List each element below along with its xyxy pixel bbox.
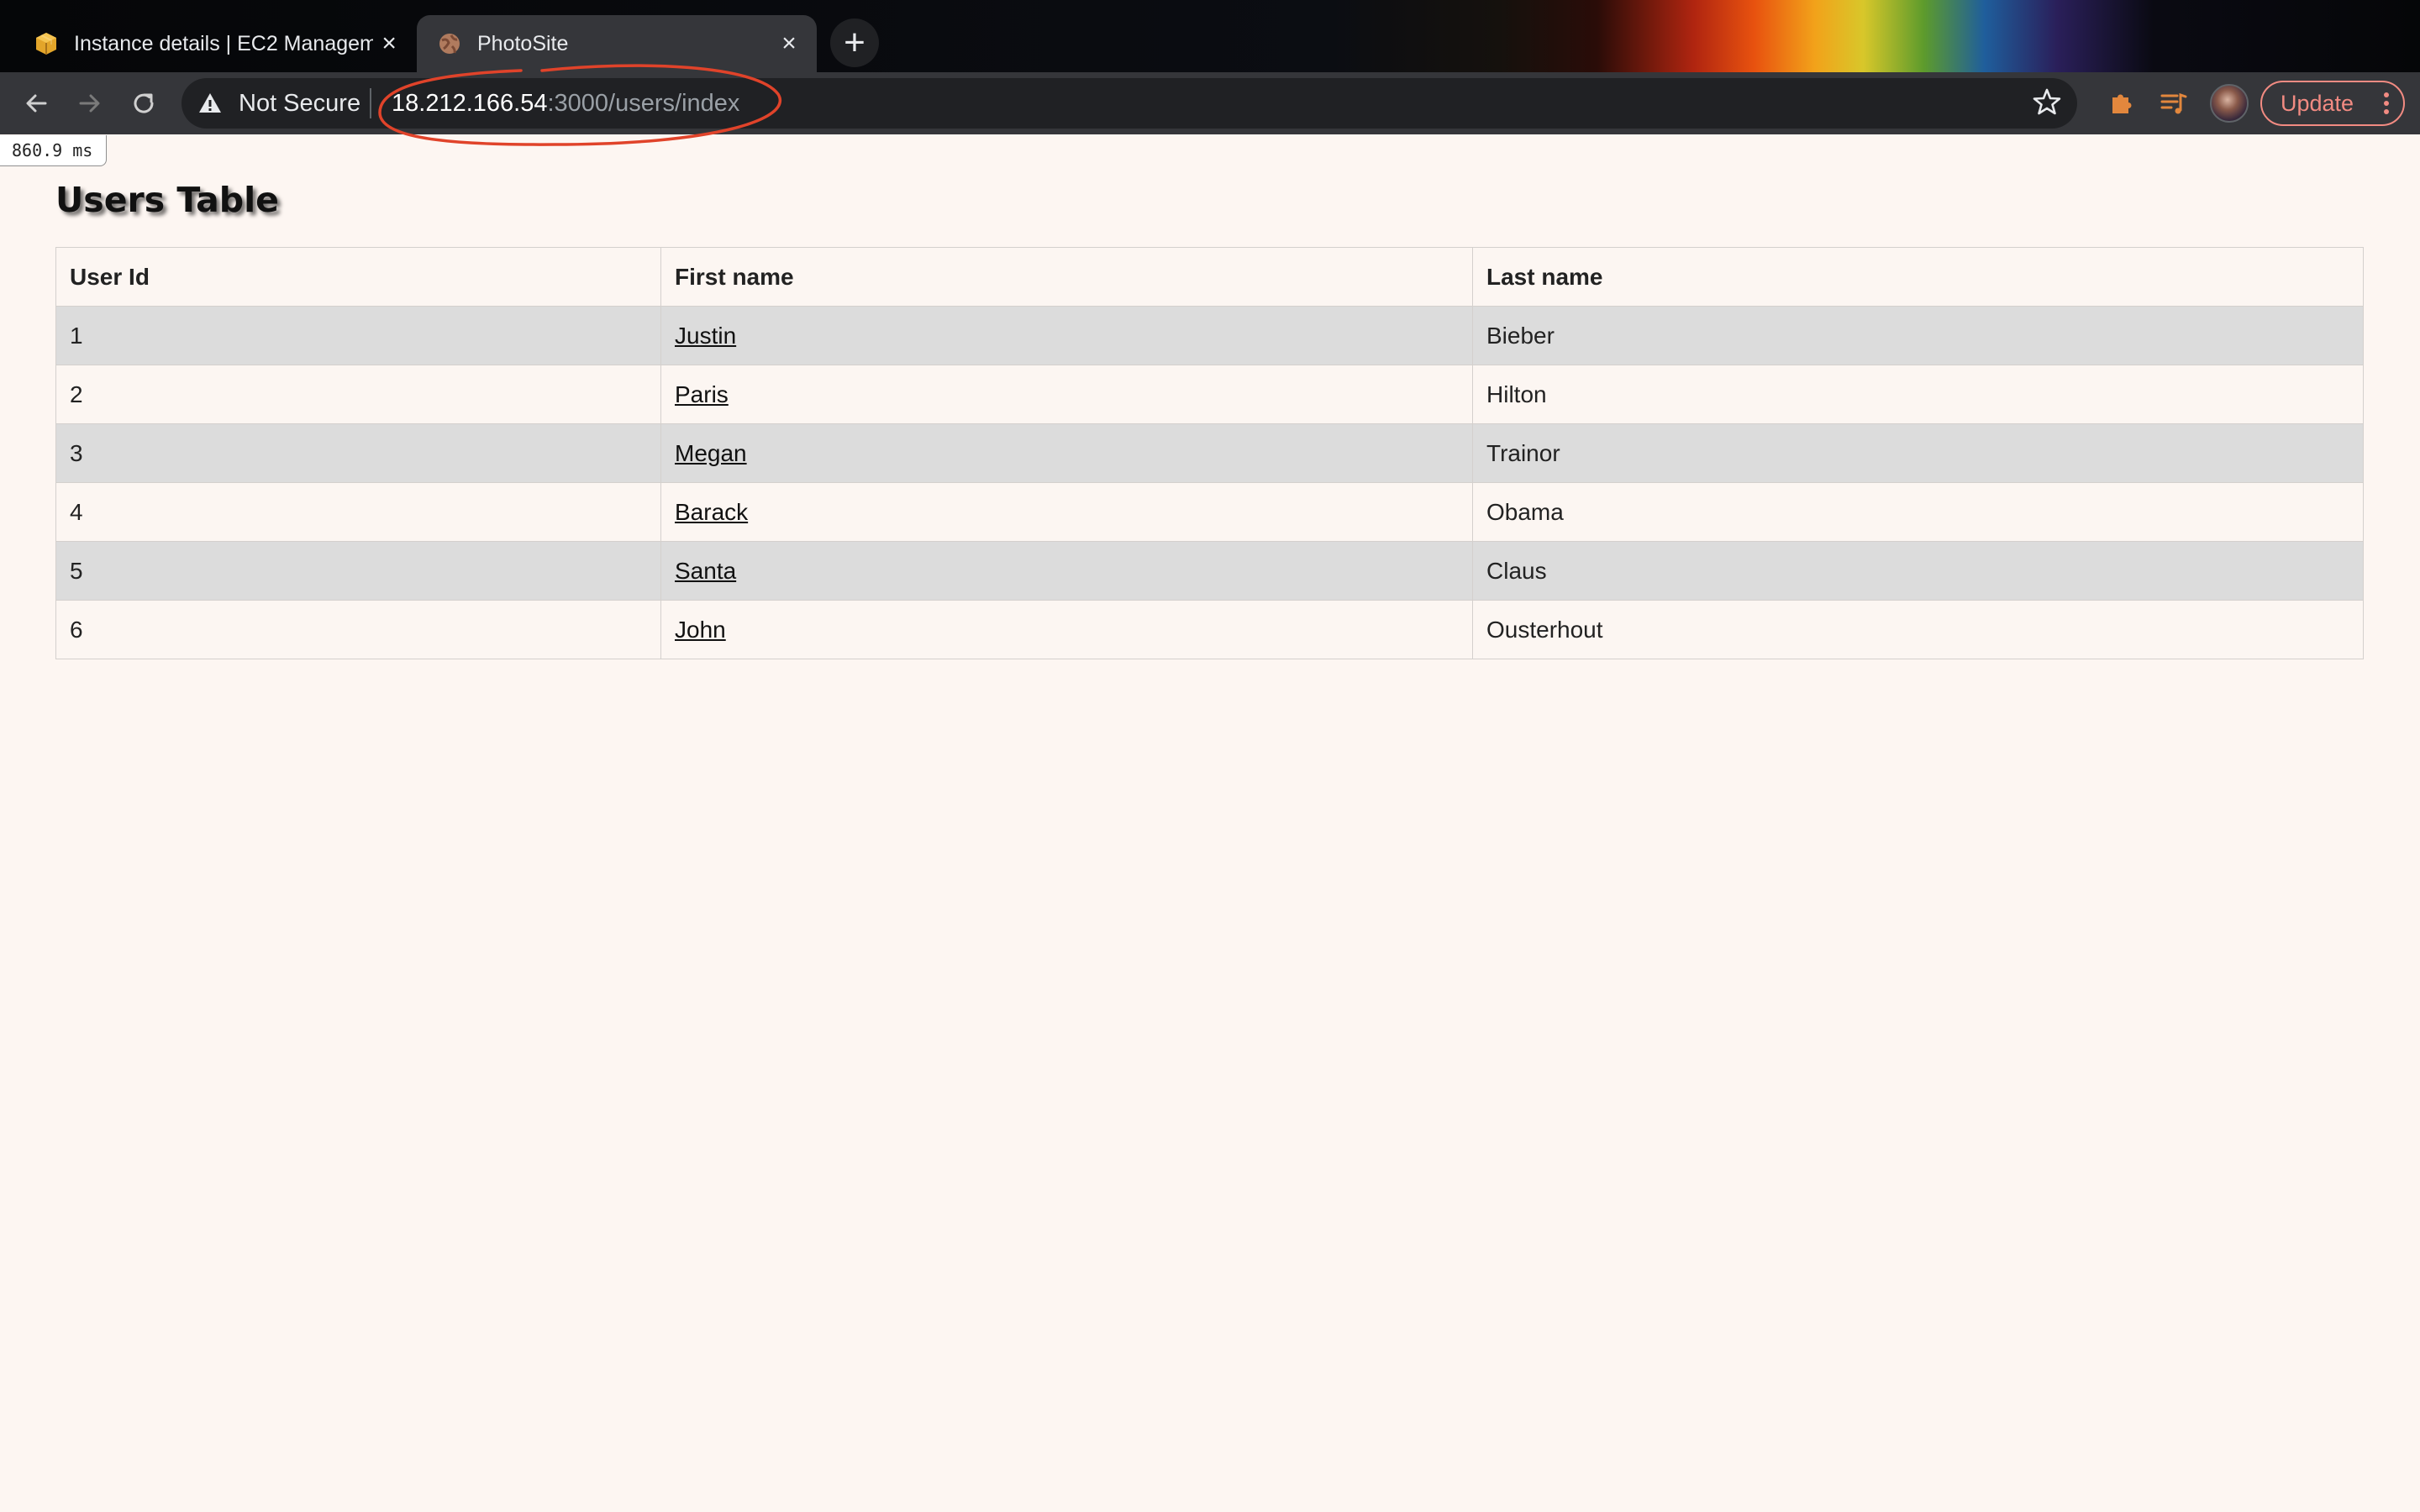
menu-dots-icon[interactable] bbox=[2381, 89, 2391, 123]
user-link[interactable]: Santa bbox=[675, 558, 736, 584]
table-row: 6 John Ousterhout bbox=[55, 600, 2364, 659]
forward-arrow-icon[interactable] bbox=[71, 84, 109, 123]
media-queue-icon[interactable] bbox=[2154, 84, 2193, 123]
user-id-cell: 2 bbox=[55, 365, 661, 424]
omnibox-divider bbox=[370, 88, 371, 118]
last-name-cell: Hilton bbox=[1472, 365, 2364, 424]
table-row: 3 Megan Trainor bbox=[55, 423, 2364, 483]
first-name-cell: Paris bbox=[660, 365, 1473, 424]
column-header-last-name: Last name bbox=[1472, 247, 2364, 307]
column-header-user-id: User Id bbox=[55, 247, 661, 307]
tab-ec2-console[interactable]: Instance details | EC2 Management Consol… bbox=[13, 15, 413, 72]
last-name-cell: Ousterhout bbox=[1472, 600, 2364, 659]
table-row: 4 Barack Obama bbox=[55, 482, 2364, 542]
first-name-cell: Barack bbox=[660, 482, 1473, 542]
user-link[interactable]: Justin bbox=[675, 323, 736, 349]
user-id-cell: 3 bbox=[55, 423, 661, 483]
tab-title: PhotoSite bbox=[477, 31, 569, 55]
last-name-cell: Obama bbox=[1472, 482, 2364, 542]
address-bar[interactable]: Not Secure 18.212.166.54:3000/users/inde… bbox=[182, 78, 2077, 129]
url-text[interactable]: 18.212.166.54:3000/users/index bbox=[392, 90, 739, 118]
table-row: 2 Paris Hilton bbox=[55, 365, 2364, 424]
tab-title: Instance details | EC2 Management Consol… bbox=[74, 31, 374, 55]
last-name-cell: Bieber bbox=[1472, 306, 2364, 365]
page-title: Users Table bbox=[55, 180, 279, 220]
render-timer: 860.9 ms bbox=[0, 135, 108, 166]
tab-strip: Instance details | EC2 Management Consol… bbox=[0, 0, 2420, 72]
user-link[interactable]: Paris bbox=[675, 381, 729, 407]
last-name-cell: Trainor bbox=[1472, 423, 2364, 483]
user-id-cell: 1 bbox=[55, 306, 661, 365]
browser-toolbar: Not Secure 18.212.166.54:3000/users/inde… bbox=[0, 72, 2420, 134]
plus-icon[interactable]: + bbox=[830, 18, 879, 67]
user-link[interactable]: Megan bbox=[675, 440, 747, 466]
security-status[interactable]: Not Secure bbox=[239, 90, 360, 118]
back-arrow-icon[interactable] bbox=[17, 84, 55, 123]
reload-icon[interactable] bbox=[124, 84, 163, 123]
close-tab-icon[interactable]: × bbox=[776, 29, 802, 57]
first-name-cell: Santa bbox=[660, 541, 1473, 601]
users-table: User Id First name Last name 1 Justin Bi… bbox=[55, 247, 2364, 659]
table-row: 1 Justin Bieber bbox=[55, 306, 2364, 365]
user-link[interactable]: John bbox=[675, 617, 726, 643]
user-id-cell: 4 bbox=[55, 482, 661, 542]
warning-icon[interactable] bbox=[197, 90, 224, 123]
last-name-cell: Claus bbox=[1472, 541, 2364, 601]
bookmark-star-icon[interactable] bbox=[2032, 87, 2062, 123]
profile-avatar[interactable] bbox=[2210, 84, 2249, 123]
first-name-cell: Megan bbox=[660, 423, 1473, 483]
extensions-puzzle-icon[interactable] bbox=[2102, 84, 2141, 123]
tab-photosite[interactable]: PhotoSite × bbox=[417, 15, 817, 72]
column-header-first-name: First name bbox=[660, 247, 1473, 307]
update-label: Update bbox=[2281, 90, 2354, 116]
url-path: :3000/users/index bbox=[547, 90, 740, 117]
user-id-cell: 6 bbox=[55, 600, 661, 659]
table-row: 5 Santa Claus bbox=[55, 541, 2364, 601]
aws-box-icon bbox=[34, 31, 59, 56]
user-link[interactable]: Barack bbox=[675, 499, 748, 525]
first-name-cell: Justin bbox=[660, 306, 1473, 365]
close-tab-icon[interactable]: × bbox=[380, 29, 398, 57]
table-header-row: User Id First name Last name bbox=[55, 247, 2364, 307]
user-id-cell: 5 bbox=[55, 541, 661, 601]
update-button[interactable]: Update bbox=[2260, 81, 2405, 126]
first-name-cell: John bbox=[660, 600, 1473, 659]
url-host: 18.212.166.54 bbox=[392, 90, 548, 117]
globe-icon bbox=[437, 31, 462, 56]
